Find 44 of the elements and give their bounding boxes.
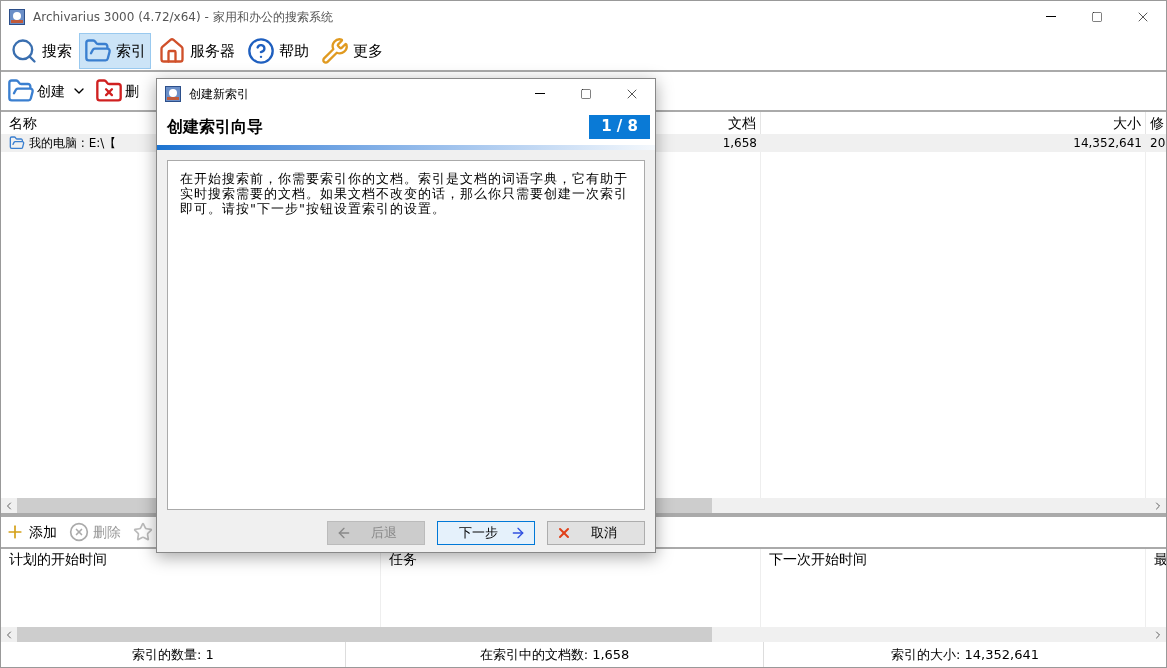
- house-icon: [158, 37, 186, 65]
- maximize-icon: [580, 87, 592, 100]
- folder-icon: [9, 135, 25, 151]
- status-text: 索引的大小: 14,352,641: [891, 645, 1039, 664]
- toolbar-tab[interactable]: 服务器: [153, 33, 240, 69]
- create-button[interactable]: 创建: [5, 75, 89, 107]
- toolbar-tab[interactable]: 帮助: [242, 33, 314, 69]
- window-title: Archivarius 3000 (4.72/x64) - 家用和办公的搜索系统: [33, 8, 333, 26]
- app-icon: [165, 85, 181, 102]
- column-header[interactable]: 任务: [381, 549, 760, 569]
- maximize-icon: [1091, 10, 1103, 23]
- minimize-icon: [1046, 16, 1056, 17]
- wizard-heading: 创建索引向导: [167, 115, 263, 138]
- help-icon: [247, 37, 275, 65]
- table-cell-text: 我的电脑 : E:\【: [29, 135, 117, 152]
- minimize-icon: [535, 93, 545, 94]
- description-text: 在开始搜索前，你需要索引你的文档。索引是文档的词语字典，它有助于实时搜索需要的文档。如果文档不改变的话，那么你只需要创建一次索引即可。请按"下一步"按钮设置索引的设置。: [180, 171, 629, 216]
- add-button[interactable]: 添加: [5, 521, 57, 543]
- next-button[interactable]: 下一步: [437, 521, 535, 545]
- column-header[interactable]: 计划的开始时间: [1, 549, 380, 569]
- column-header[interactable]: 修: [1146, 112, 1166, 134]
- status-text: 索引的数量: 1: [132, 645, 214, 664]
- folder-delete-icon: [95, 77, 123, 105]
- app-icon: [9, 8, 25, 25]
- delete-button[interactable]: 删: [93, 75, 141, 107]
- right-arrow-icon: [510, 525, 526, 541]
- table-cell-text: 14,352,641: [1073, 135, 1142, 152]
- table-cell-text: 1,658: [722, 135, 757, 152]
- step-badge: 1 / 8: [589, 114, 650, 139]
- toolbar-tab[interactable]: 更多: [316, 33, 388, 69]
- toolbar-tab[interactable]: 索引: [79, 33, 151, 69]
- cancel-icon: [556, 525, 572, 541]
- table-cell-text: 20: [1150, 135, 1166, 152]
- wrench-icon: [321, 37, 349, 65]
- column-header[interactable]: 下一次开始时间: [761, 549, 1145, 569]
- delete-icon: [69, 522, 89, 542]
- scrollbar-thumb[interactable]: [17, 627, 712, 642]
- toolbar-tab[interactable]: 搜索: [5, 33, 77, 69]
- left-arrow-icon: [336, 525, 352, 541]
- star-icon[interactable]: [133, 522, 153, 542]
- status-text: 在索引中的文档数: 1,658: [479, 645, 630, 664]
- magnifier-icon: [10, 37, 38, 65]
- dialog-title: 创建新索引: [189, 85, 249, 103]
- cancel-button[interactable]: 取消: [547, 521, 645, 545]
